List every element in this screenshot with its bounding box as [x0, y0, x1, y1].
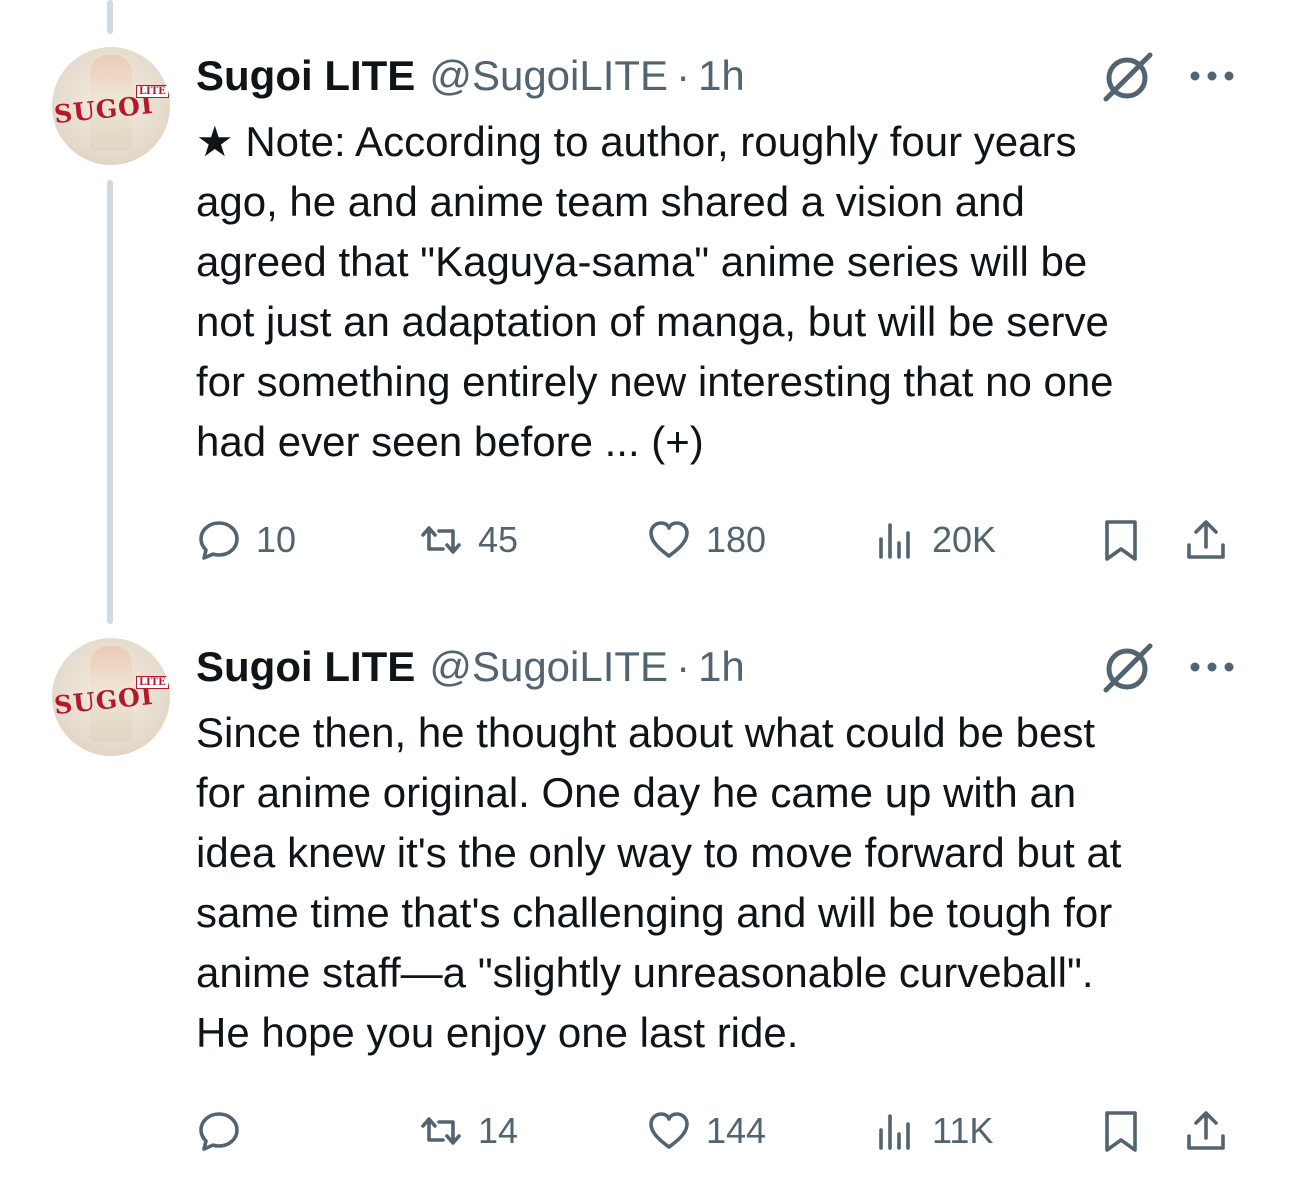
- reply-button[interactable]: [196, 1101, 256, 1161]
- timestamp[interactable]: 1h: [698, 643, 745, 691]
- grok-icon[interactable]: [1100, 638, 1158, 696]
- more-dots-icon[interactable]: [1188, 657, 1236, 677]
- like-count: 144: [706, 1110, 767, 1151]
- repost-count: 14: [478, 1110, 519, 1151]
- tweet-text: Since then, he thought about what could …: [196, 709, 1122, 1056]
- share-icon: [1187, 1111, 1225, 1150]
- views-count: 11K: [932, 1110, 994, 1151]
- separator-dot: ·: [676, 643, 691, 690]
- avatar-logo-tag: LITE: [136, 676, 169, 689]
- display-name[interactable]: Sugoi LITE: [196, 643, 415, 691]
- like-button[interactable]: 144: [646, 1101, 766, 1161]
- heart-icon: [649, 1112, 689, 1149]
- avatar[interactable]: SUGOI LITE: [52, 638, 170, 756]
- tweet-2[interactable]: SUGOI LITE Sugoi LITE @SugoiLITE · 1h Si…: [0, 0, 1290, 1179]
- views-chart-icon: [879, 1114, 910, 1150]
- views-button[interactable]: 11K: [872, 1101, 993, 1161]
- user-handle[interactable]: @SugoiLITE: [429, 643, 668, 691]
- repost-icon: [421, 1117, 461, 1145]
- tweet-actions: 14 144 11K: [196, 1101, 1246, 1161]
- tweet-header: Sugoi LITE @SugoiLITE · 1h: [196, 639, 745, 695]
- share-button[interactable]: [1183, 1101, 1229, 1161]
- reply-icon: [199, 1112, 239, 1151]
- bookmark-button[interactable]: [1098, 1101, 1144, 1161]
- bookmark-icon: [1105, 1111, 1137, 1152]
- repost-button[interactable]: 14: [418, 1101, 518, 1161]
